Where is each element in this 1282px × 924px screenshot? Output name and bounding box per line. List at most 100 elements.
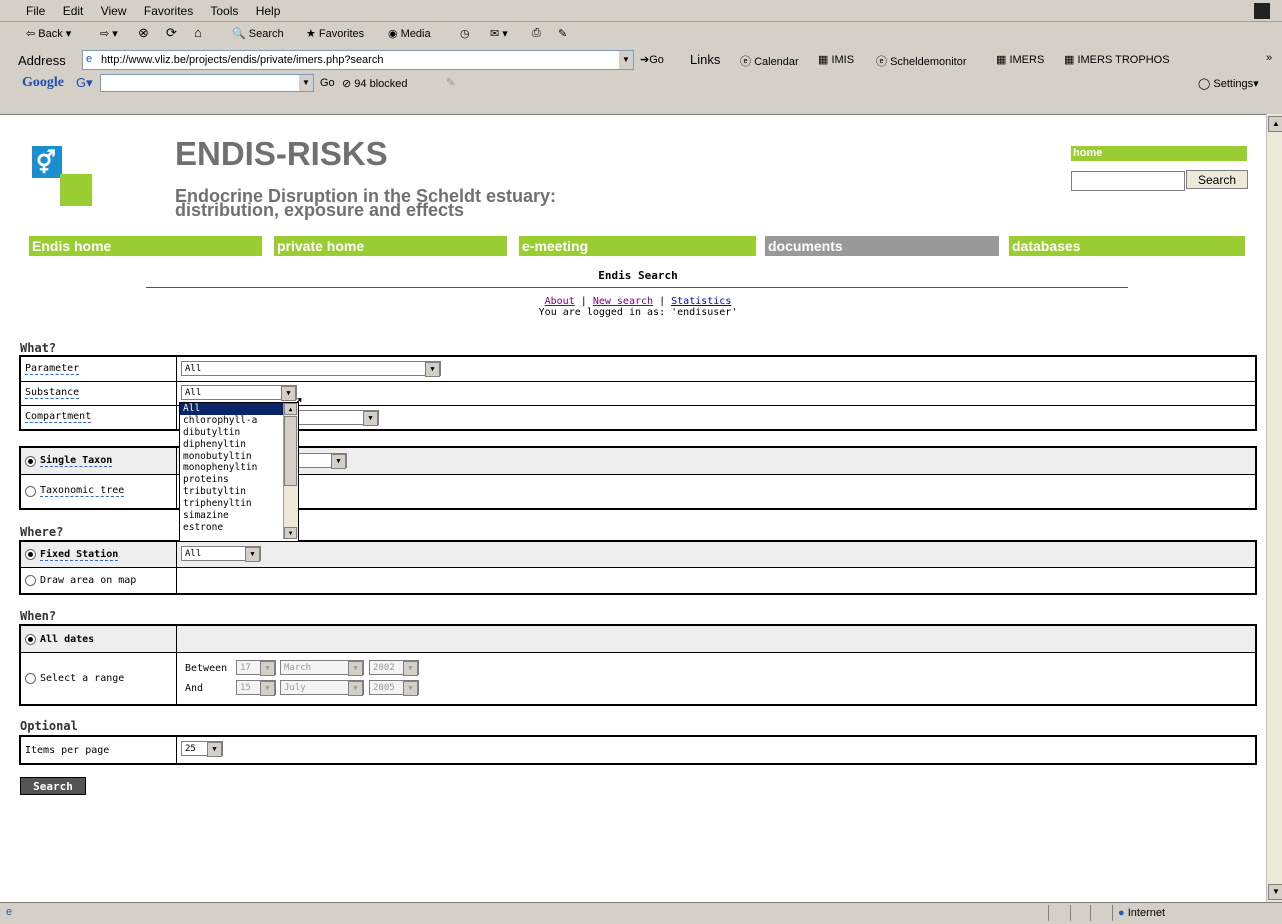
- link-imers[interactable]: ▦ IMERS: [996, 53, 1044, 66]
- edit-icon[interactable]: ✎: [558, 27, 567, 40]
- link-separator: |: [659, 296, 666, 307]
- submit-search-button[interactable]: Search: [20, 777, 86, 795]
- nav-databases[interactable]: databases: [1009, 236, 1245, 256]
- substance-select[interactable]: All ▼: [181, 385, 297, 401]
- dropdown-option[interactable]: All: [180, 403, 283, 415]
- site-search-button[interactable]: Search: [1186, 170, 1248, 189]
- page-icon: e: [86, 53, 93, 65]
- when-table: All dates Select a range Between 17 ▼ Mar…: [19, 624, 1257, 706]
- dropdown-option[interactable]: chlorophyll-a: [180, 415, 283, 427]
- go-button[interactable]: ➔Go: [640, 53, 664, 66]
- scroll-up-icon[interactable]: ▲: [1268, 116, 1282, 132]
- fixed-station-row: Fixed Station All ▼: [21, 542, 1255, 568]
- new-search-link[interactable]: New search: [593, 296, 653, 307]
- menu-tools[interactable]: Tools: [210, 4, 238, 18]
- google-go-button[interactable]: Go: [320, 77, 335, 89]
- menu-edit[interactable]: Edit: [63, 4, 84, 18]
- nav-e-meeting[interactable]: e-meeting: [519, 236, 756, 256]
- select-range-radio[interactable]: [25, 672, 36, 684]
- scroll-up-icon[interactable]: ▲: [284, 403, 297, 415]
- nav-endis-home[interactable]: Endis home: [29, 236, 262, 256]
- all-dates-radio[interactable]: [25, 633, 36, 645]
- link-scheldemonitor[interactable]: ⓔ Scheldemonitor: [876, 53, 967, 69]
- history-icon[interactable]: ◷: [460, 27, 470, 40]
- taxonomic-tree-radio[interactable]: [25, 485, 36, 497]
- mail-icon[interactable]: ✉ ▾: [490, 27, 508, 40]
- dropdown-option[interactable]: proteins: [180, 474, 283, 486]
- site-search-input[interactable]: [1071, 171, 1185, 191]
- optional-table: Items per page 25 ▼: [19, 735, 1257, 765]
- to-month-select[interactable]: July ▼: [280, 680, 364, 696]
- dropdown-option[interactable]: triphenyltin: [180, 498, 283, 510]
- statistics-link[interactable]: Statistics: [671, 296, 731, 307]
- page-viewport: ⚥ ENDIS-RISKS Endocrine Disruption in th…: [0, 114, 1266, 903]
- popup-blocker[interactable]: ⊘ 94 blocked: [342, 77, 408, 90]
- link-calendar[interactable]: ⓔ Calendar: [740, 53, 799, 69]
- dropdown-option[interactable]: estrone: [180, 522, 283, 534]
- refresh-icon[interactable]: ⟳: [166, 25, 177, 41]
- google-menu-icon[interactable]: G▾: [76, 75, 93, 91]
- link-separator: |: [580, 296, 587, 307]
- fixed-station-label: Fixed Station: [40, 548, 119, 561]
- to-day-select[interactable]: 15 ▼: [236, 680, 276, 696]
- link-imers-trophos-label: IMERS TROPHOS: [1077, 54, 1170, 66]
- items-per-page-select[interactable]: 25 ▼: [181, 741, 223, 757]
- home-link[interactable]: home: [1071, 146, 1247, 161]
- dropdown-option[interactable]: monobutyltin: [180, 451, 283, 463]
- back-button[interactable]: ⇦ Back ▾: [26, 27, 71, 40]
- address-label: Address: [18, 53, 66, 68]
- google-logo[interactable]: Google: [22, 75, 64, 91]
- fixed-station-radio[interactable]: [25, 549, 36, 560]
- scroll-down-icon[interactable]: ▼: [1268, 884, 1282, 900]
- single-taxon-label: Single Taxon: [40, 455, 113, 467]
- scroll-down-icon[interactable]: ▼: [284, 527, 297, 539]
- address-dropdown-icon[interactable]: ▼: [619, 51, 633, 69]
- google-dropdown-icon[interactable]: ▼: [299, 75, 313, 91]
- media-button[interactable]: ◉ Media: [388, 27, 431, 40]
- chevron-down-icon: ▼: [331, 454, 346, 469]
- dropdown-option[interactable]: dibutyltin: [180, 427, 283, 439]
- to-year-select[interactable]: 2005 ▼: [369, 680, 419, 696]
- select-range-row: Select a range Between 17 ▼ March ▼ 2002 ▼ …: [21, 652, 1255, 704]
- nav-private-home[interactable]: private home: [274, 236, 507, 256]
- menu-favorites[interactable]: Favorites: [144, 4, 193, 18]
- station-value: All: [185, 549, 202, 559]
- draw-area-radio[interactable]: [25, 574, 36, 586]
- link-calendar-label: Calendar: [754, 56, 799, 68]
- google-search-input[interactable]: ▼: [100, 74, 314, 92]
- dropdown-option[interactable]: diphenyltin: [180, 439, 283, 451]
- home-icon[interactable]: ⌂: [194, 25, 202, 40]
- address-input[interactable]: e http://www.vliz.be/projects/endis/priv…: [82, 50, 634, 70]
- print-icon[interactable]: ⎙: [532, 27, 541, 40]
- parameter-select[interactable]: All ▼: [181, 361, 441, 377]
- all-dates-row: All dates: [21, 626, 1255, 653]
- dropdown-scrollbar[interactable]: ▲ ▼: [283, 403, 298, 539]
- chevron-right-icon[interactable]: »: [1266, 52, 1272, 64]
- dropdown-option[interactable]: tributyltin: [180, 486, 283, 498]
- link-imers-trophos[interactable]: ▦ IMERS TROPHOS: [1064, 53, 1170, 66]
- from-year-select[interactable]: 2002 ▼: [369, 660, 419, 676]
- dropdown-option[interactable]: simazine: [180, 510, 283, 522]
- from-day-select[interactable]: 17 ▼: [236, 660, 276, 676]
- settings-button[interactable]: ◯ Settings▾: [1198, 77, 1259, 90]
- page-scrollbar[interactable]: ▲ ▼: [1266, 114, 1282, 902]
- single-taxon-radio[interactable]: [25, 455, 36, 467]
- stop-icon[interactable]: ⊗: [138, 25, 149, 41]
- highlight-icon[interactable]: ✎: [446, 76, 455, 89]
- dropdown-option[interactable]: monophenyltin: [180, 462, 283, 474]
- page-subtitle-2: distribution, exposure and effects: [175, 200, 465, 220]
- search-button[interactable]: 🔍 Search: [232, 27, 284, 40]
- station-select[interactable]: All ▼: [181, 546, 261, 562]
- menu-help[interactable]: Help: [256, 4, 281, 18]
- dropdown-scroll-thumb[interactable]: [284, 416, 297, 486]
- menu-file[interactable]: File: [26, 4, 45, 18]
- to-day-value: 15: [240, 683, 251, 693]
- link-imis[interactable]: ▦ IMIS: [818, 53, 854, 66]
- from-month-select[interactable]: March ▼: [280, 660, 364, 676]
- what-title: What?: [20, 341, 57, 355]
- menu-view[interactable]: View: [101, 4, 127, 18]
- forward-button[interactable]: ⇨ ▾: [100, 27, 118, 40]
- about-link[interactable]: About: [545, 296, 575, 307]
- favorites-button[interactable]: ★ Favorites: [306, 27, 364, 40]
- nav-documents[interactable]: documents: [765, 236, 999, 256]
